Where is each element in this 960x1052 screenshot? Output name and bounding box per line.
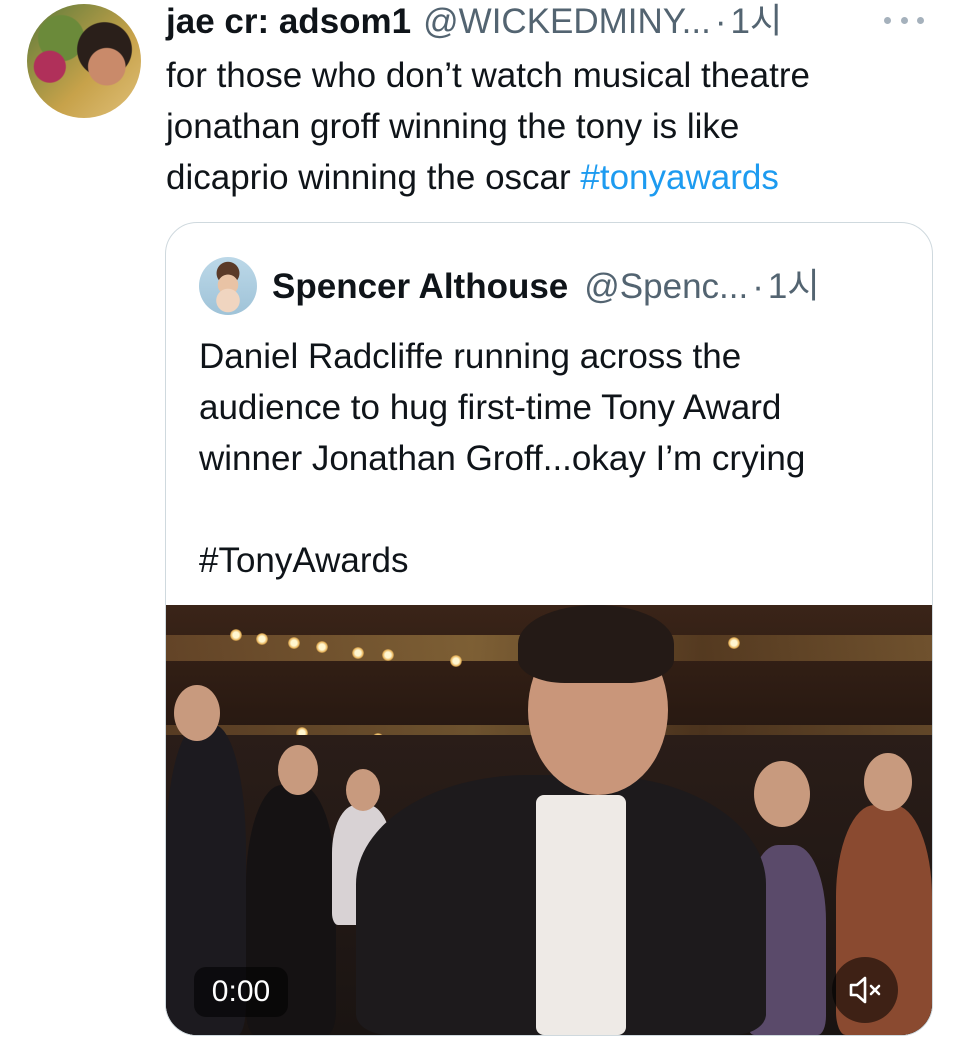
tweet-timestamp[interactable]: 1시	[730, 2, 782, 42]
tweet-text-line: for those who don’t watch musical theatr…	[166, 56, 810, 95]
stage-light	[728, 637, 740, 649]
quoted-tweet-card[interactable]: Spencer Althouse @Spenc... · 1시 Daniel R…	[165, 222, 933, 1036]
quoted-author-avatar[interactable]	[199, 257, 257, 315]
audience-member-head	[278, 745, 318, 795]
author-avatar[interactable]	[27, 4, 141, 118]
quoted-author-handle[interactable]: @Spenc...	[584, 265, 748, 309]
quoted-text-line: winner Jonathan Groff...okay I’m crying	[199, 439, 806, 478]
stage-light	[256, 633, 268, 645]
volume-muted-icon[interactable]	[832, 957, 898, 1023]
stage-light	[382, 649, 394, 661]
stage-light	[316, 641, 328, 653]
separator-dot: ·	[714, 2, 727, 41]
audience-member-head	[754, 761, 810, 827]
tweet-text-line: dicaprio winning the oscar #tonyawards	[166, 152, 936, 203]
quoted-tweet-timestamp[interactable]: 1시	[768, 265, 820, 309]
stage-light	[450, 655, 462, 667]
stage-light	[288, 637, 300, 649]
central-figure-shirt	[536, 795, 626, 1035]
tweet-text-line: jonathan groff winning the tony is like	[166, 107, 740, 146]
audience-member-head	[864, 753, 912, 811]
hashtag-link[interactable]: #tonyawards	[580, 158, 778, 197]
central-figure-hair	[518, 605, 674, 683]
quoted-tweet-header: Spencer Althouse @Spenc... · 1시	[272, 265, 820, 309]
quoted-text-line: audience to hug first-time Tony Award	[199, 388, 782, 427]
more-options-icon[interactable]	[884, 12, 924, 28]
tweet-text: for those who don’t watch musical theatr…	[166, 50, 936, 203]
video-time-badge: 0:00	[194, 967, 288, 1017]
quoted-hashtag-line[interactable]: #TonyAwards	[199, 535, 919, 586]
audience-member-head	[174, 685, 220, 741]
separator-dot: ·	[752, 267, 764, 306]
tweet-text-fragment: dicaprio winning the oscar	[166, 158, 581, 197]
stage-light	[352, 647, 364, 659]
quoted-text-line: Daniel Radcliffe running across the	[199, 337, 742, 376]
stage-light	[230, 629, 242, 641]
quoted-tweet-text: Daniel Radcliffe running across the audi…	[199, 331, 919, 586]
author-handle[interactable]: @WICKEDMINY...	[423, 2, 711, 42]
audience-member-head	[346, 769, 380, 811]
author-display-name[interactable]: jae cr: adsom1	[166, 2, 411, 42]
video-player[interactable]: 0:00	[166, 605, 932, 1035]
quoted-author-display-name[interactable]: Spencer Althouse	[272, 265, 568, 309]
tweet-header: jae cr: adsom1 @WICKEDMINY... · 1시	[166, 2, 926, 42]
